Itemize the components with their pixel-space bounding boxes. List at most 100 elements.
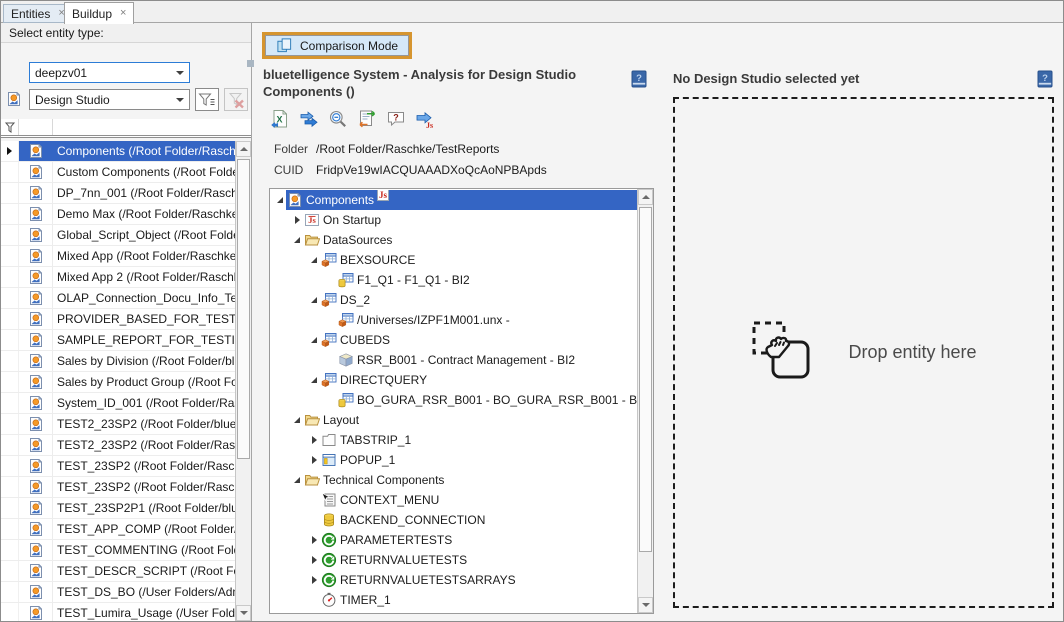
help-book-icon[interactable]: ? (630, 70, 648, 88)
tree-item[interactable]: Layout (270, 410, 637, 430)
entity-list-item[interactable]: Global_Script_Object (/Root Folder/R (1, 225, 235, 246)
scroll-down-icon[interactable] (236, 605, 251, 621)
entity-list-item[interactable]: Components (/Root Folder/Raschke/T (1, 141, 235, 162)
app-icon (28, 479, 44, 495)
tree-item[interactable]: TABSTRIP_1 (270, 430, 637, 450)
tree-expander-icon[interactable] (308, 297, 320, 303)
tree-item[interactable]: /Universes/IZPF1M001.unx - (270, 310, 637, 330)
tree-expander-icon[interactable] (291, 477, 303, 483)
script-badge: Js (377, 190, 389, 201)
excel-export-button[interactable]: X (270, 109, 290, 129)
entity-label: TEST2_23SP2 (/Root Folder/Raschke, (53, 438, 235, 452)
entity-dropzone[interactable]: Drop entity here (673, 97, 1054, 608)
entity-list-item[interactable]: TEST_APP_COMP (/Root Folder/bluet (1, 519, 235, 540)
refresh-document-button[interactable] (357, 109, 377, 129)
tree-item[interactable]: DIRECTQUERY (270, 370, 637, 390)
filter-cell[interactable] (19, 119, 53, 135)
entity-list-item[interactable]: Demo Max (/Root Folder/Raschke) (1, 204, 235, 225)
tree-item[interactable]: BO_GURA_RSR_B001 - BO_GURA_RSR_B001 - BI… (270, 390, 637, 410)
entity-list-item[interactable]: TEST_DESCR_SCRIPT (/Root Folder/R (1, 561, 235, 582)
tree-expander-icon[interactable] (274, 197, 286, 203)
help-bubble-button[interactable]: ? (386, 109, 406, 129)
tree-expander-icon[interactable] (308, 257, 320, 263)
tree-item[interactable]: RSR_B001 - Contract Management - BI2 (270, 350, 637, 370)
entity-list-item[interactable]: System_ID_001 (/Root Folder/Raschk (1, 393, 235, 414)
tab-buildup-close-icon[interactable]: × (120, 8, 126, 19)
component-tree: ComponentsJsJsOn StartupDataSourcesBEXSO… (269, 188, 654, 614)
transfer-button[interactable] (299, 109, 319, 129)
entity-list-item[interactable]: TEST_23SP2P1 (/Root Folder/bluetelli (1, 498, 235, 519)
filter-button[interactable] (195, 88, 219, 111)
entity-list-item[interactable]: TEST2_23SP2 (/Root Folder/Raschke, (1, 435, 235, 456)
clear-filter-button[interactable] (224, 88, 248, 111)
entity-list-item[interactable]: TEST2_23SP2 (/Root Folder/bluetellig (1, 414, 235, 435)
tree-expander-icon[interactable] (308, 377, 320, 383)
tree-item[interactable]: BACKEND_CONNECTION (270, 510, 637, 530)
scrollbar-thumb[interactable] (237, 159, 250, 459)
tree-expander-icon[interactable] (308, 456, 320, 464)
focus-cell (1, 435, 19, 455)
entity-list-item[interactable]: TEST_COMMENTING (/Root Folder/bl (1, 540, 235, 561)
entity-list-item[interactable]: TEST_23SP2 (/Root Folder/Raschke/D (1, 456, 235, 477)
focus-cell (1, 246, 19, 266)
tree-item[interactable]: Technical Components (270, 470, 637, 490)
tree-scrollbar[interactable] (637, 189, 653, 613)
tree-item[interactable]: TIMER_1 (270, 590, 637, 610)
tree-item[interactable]: PARAMETERTESTS (270, 530, 637, 550)
tab-buildup[interactable]: Buildup × (64, 2, 134, 24)
tree-item[interactable]: BEXSOURCE (270, 250, 637, 270)
entity-list-item[interactable]: SAMPLE_REPORT_FOR_TESTING_M ( (1, 330, 235, 351)
tree-expander-icon[interactable] (308, 576, 320, 584)
tree-expander-icon[interactable] (291, 417, 303, 423)
entity-list-item[interactable]: Mixed App 2 (/Root Folder/Raschke/D (1, 267, 235, 288)
tree-item[interactable]: DataSources (270, 230, 637, 250)
entity-label: Demo Max (/Root Folder/Raschke) (53, 207, 235, 221)
tree-item[interactable]: RETURNVALUETESTSARRAYS (270, 570, 637, 590)
tree-expander-icon[interactable] (308, 556, 320, 564)
entity-list-item[interactable]: TEST_23SP2 (/Root Folder/Raschke/L (1, 477, 235, 498)
scroll-down-icon[interactable] (638, 597, 653, 613)
splitter-handle[interactable] (247, 60, 254, 67)
help-book-icon[interactable]: ? (1036, 70, 1054, 88)
tree-item[interactable]: CUBEDS (270, 330, 637, 350)
zoom-out-button[interactable] (328, 109, 348, 129)
tree-expander-icon[interactable] (291, 216, 303, 224)
list-filter-row[interactable] (1, 119, 251, 138)
app-icon (28, 143, 44, 159)
tree-item[interactable]: CONTEXT_MENU (270, 490, 637, 510)
app-icon (28, 248, 44, 264)
entity-list-item[interactable]: Sales by Product Group (/Root Folder (1, 372, 235, 393)
entity-list-item[interactable]: Mixed App (/Root Folder/Raschke/De (1, 246, 235, 267)
comparison-mode-label: Comparison Mode (300, 39, 398, 53)
scroll-up-icon[interactable] (236, 141, 251, 157)
chevron-down-icon (176, 98, 184, 102)
tree-item[interactable]: F1_Q1 - F1_Q1 - BI2 (270, 270, 637, 290)
entity-label: Components (/Root Folder/Raschke/T (53, 141, 235, 161)
tree-expander-icon[interactable] (308, 536, 320, 544)
tree-item[interactable]: RETURNVALUETESTS (270, 550, 637, 570)
tree-item[interactable]: POPUP_1 (270, 450, 637, 470)
tree-item[interactable]: DS_2 (270, 290, 637, 310)
entity-list-item[interactable]: Custom Components (/Root Folder/Ra (1, 162, 235, 183)
tree-expander-icon[interactable] (308, 337, 320, 343)
entity-list-item[interactable]: TEST_Lumira_Usage (/User Folders/A (1, 603, 235, 621)
cuid-value: FridpVe19wIACQUAAADXoQcAoNPBApds (316, 163, 547, 177)
tree-item[interactable]: ComponentsJs (270, 190, 637, 210)
tab-entities[interactable]: Entities × (3, 4, 73, 23)
entity-list-scrollbar[interactable] (235, 141, 251, 621)
focus-cell (1, 477, 19, 497)
entity-list-item[interactable]: OLAP_Connection_Docu_Info_Test (/ (1, 288, 235, 309)
entity-list-item[interactable]: PROVIDER_BASED_FOR_TESTING (/R (1, 309, 235, 330)
comparison-mode-button[interactable]: Comparison Mode (262, 32, 412, 59)
entity-list-item[interactable]: Sales by Division (/Root Folder/bluete (1, 351, 235, 372)
tree-expander-icon[interactable] (291, 237, 303, 243)
entity-type-dropdown[interactable]: Design Studio (29, 89, 190, 110)
entity-list-item[interactable]: DP_7nn_001 (/Root Folder/Raschke/T (1, 183, 235, 204)
js-export-button[interactable]: Js (415, 109, 435, 129)
entity-list-item[interactable]: TEST_DS_BO (/User Folders/Administ (1, 582, 235, 603)
tree-item[interactable]: JsOn Startup (270, 210, 637, 230)
scrollbar-thumb[interactable] (639, 207, 652, 552)
system-dropdown[interactable]: deepzv01 (29, 62, 190, 83)
scroll-up-icon[interactable] (638, 189, 653, 205)
tree-expander-icon[interactable] (308, 436, 320, 444)
